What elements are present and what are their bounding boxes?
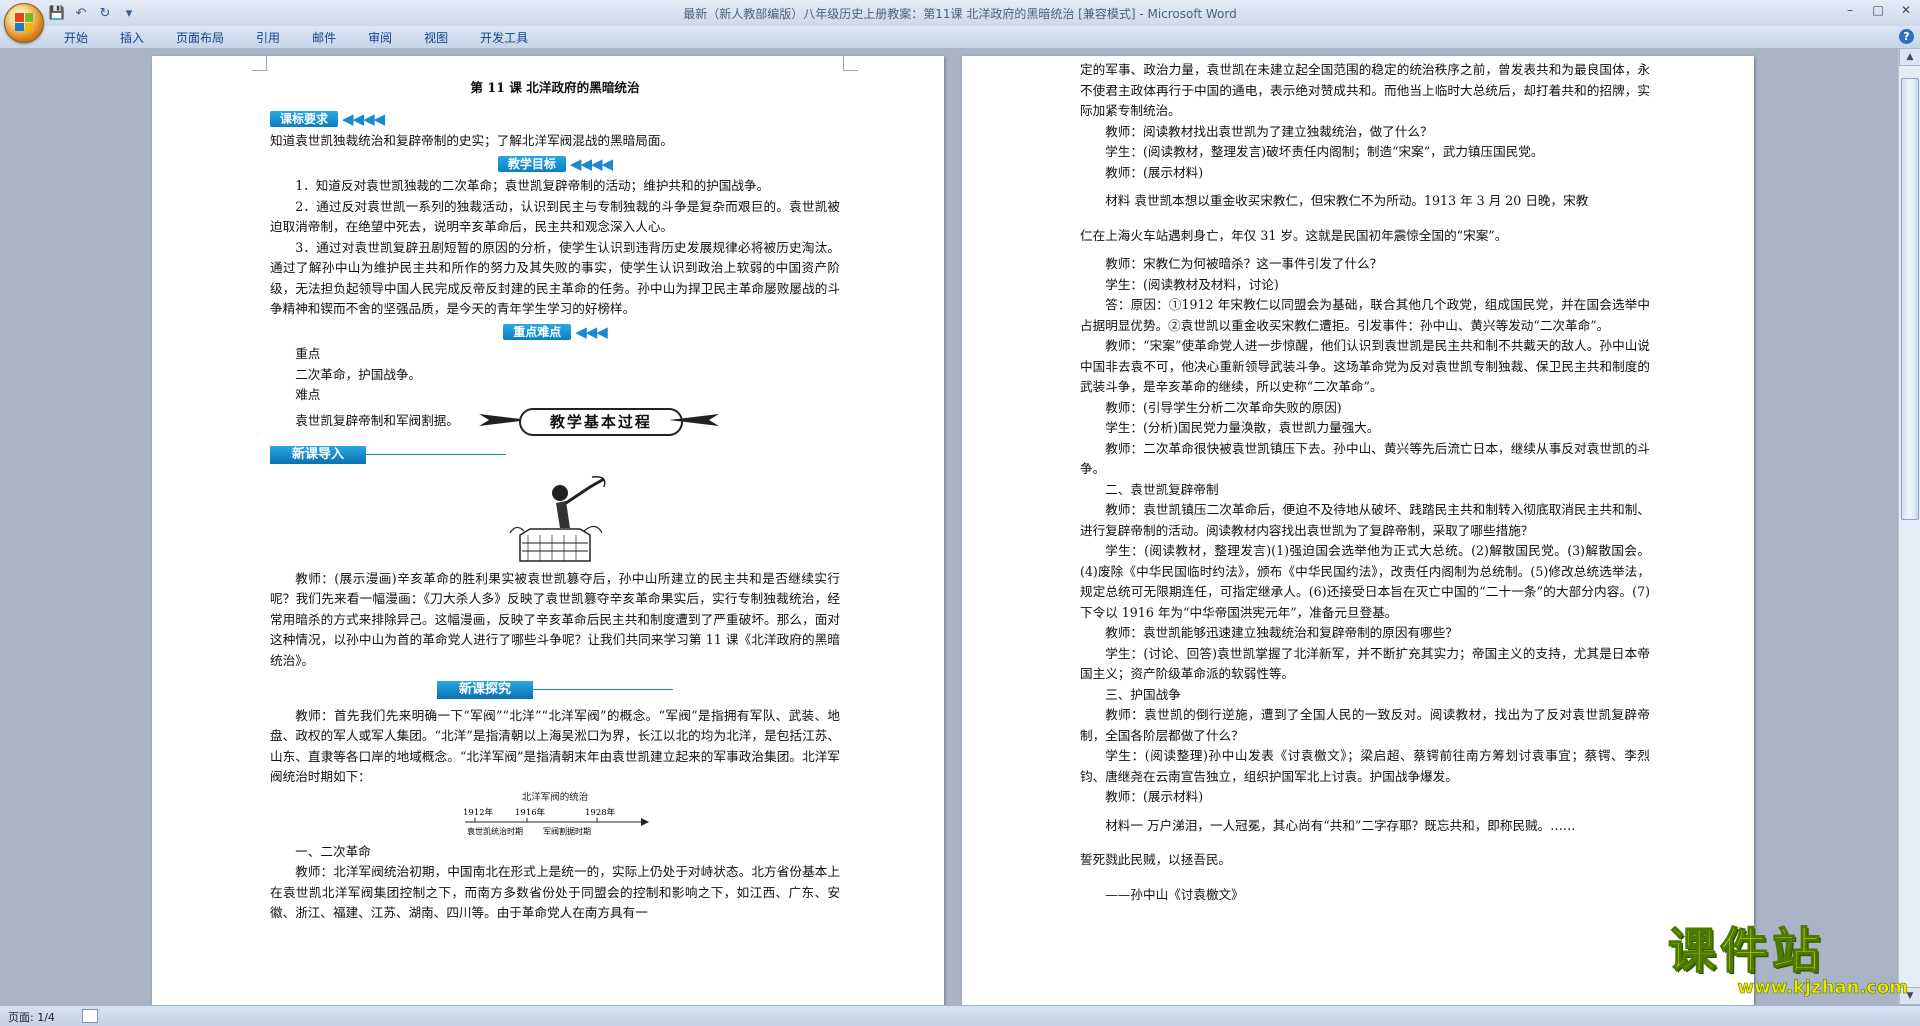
crop-mark: [252, 56, 267, 71]
key-text: 二次革命，护国战争。: [295, 366, 422, 382]
timeline-period-2: 军阀割据时期: [543, 826, 591, 836]
p2-material-2: 材料一 万户涕泪，一人冠冕，其心尚有“共和”二字存耶？既忘共和，即称民贼。……: [1105, 817, 1576, 833]
document-workspace: 第 11 课 北洋政府的黑暗统治 课标要求 ◀◀◀◀ 知道袁世凯独裁统治和复辟帝制…: [0, 48, 1898, 1005]
p2-para-1: 定的军事、政治力量，袁世凯在未建立起全国范围的稳定的统治秩序之前，曾发表共和为最…: [1080, 62, 1650, 118]
office-logo-icon: [15, 13, 33, 31]
help-icon[interactable]: ?: [1899, 29, 1914, 44]
chevron-decoration-icon: ◀◀◀: [575, 323, 608, 341]
site-watermark: 课件站 www.kjzhan.com: [1667, 923, 1918, 1006]
p2-teacher-7: 教师：(展示材料): [1105, 789, 1204, 804]
scroll-thumb[interactable]: [1901, 78, 1919, 520]
chevron-decoration-icon: ◀◀◀◀: [342, 110, 385, 128]
goal-2: 2．通过反对袁世凯一系列的独裁活动，认识到民主与专制独裁的斗争是复杂而艰巨的。袁…: [270, 198, 840, 235]
difficulty-text: 袁世凯复辟帝制和军阀割据。: [295, 412, 459, 428]
watermark-text: 课件站: [1667, 923, 1825, 979]
p2-material-1b: 仁在上海火车站遇刺身亡，年仅 31 岁。这就是民国初年震惊全国的“宋案”。: [1080, 227, 1508, 243]
lesson-title: 第 11 课 北洋政府的黑暗统治: [470, 80, 640, 95]
maximize-button[interactable]: □: [1864, 0, 1892, 20]
page-indicator[interactable]: 页面: 1/4: [8, 1009, 55, 1025]
explore-text: 教师：首先我们先来明确一下“军阀”“北洋”“北洋军阀”的概念。“军阀”是指拥有军…: [270, 707, 840, 785]
tab-insert[interactable]: 插入: [104, 29, 160, 47]
badge-curriculum-requirement: 课标要求: [270, 110, 339, 127]
tab-review[interactable]: 审阅: [352, 29, 408, 47]
section-bar-explore: 新课探究: [436, 681, 533, 699]
chevron-decoration-icon: ◀◀◀◀: [569, 155, 613, 173]
timeline-year-1916: 1916年: [515, 807, 546, 818]
crop-mark: [843, 56, 858, 71]
p2-answer-4: 学生：(阅读教材，整理发言)(1)强迫国会选举他为正式大总统。(2)解散国民党。…: [1080, 543, 1650, 620]
ribbon: 开始 插入 页面布局 引用 邮件 审阅 视图 开发工具 ?: [0, 26, 1920, 49]
tab-mailings[interactable]: 邮件: [296, 29, 352, 47]
tab-page-layout[interactable]: 页面布局: [160, 29, 240, 47]
p2-material-2-source: ——孙中山《讨袁檄文》: [1105, 886, 1244, 902]
badge-key-difficult: 重点难点: [503, 323, 572, 340]
timeline-period-1: 袁世凯统治时期: [467, 826, 523, 836]
tab-developer[interactable]: 开发工具: [464, 29, 544, 47]
p2-question-1: 教师：阅读教材找出袁世凯为了建立独裁统治，做了什么？: [1105, 123, 1433, 139]
window-title: 最新（新人教部编版）八年级历史上册教案：第11课 北洋政府的黑暗统治 [兼容模式…: [683, 7, 1237, 21]
p2-teacher-4: 教师：袁世凯镇压二次革命后，便迫不及待地从破坏、践踏民主共和制转入彻底取消民主共…: [1080, 502, 1650, 538]
vertical-scrollbar[interactable]: ▲ ▼: [1898, 48, 1920, 1005]
section-1-text: 教师：北洋军阀统治初期，中国南北在形式上是统一的，实际上仍处于对峙状态。北方省份…: [270, 864, 840, 920]
intro-text: 教师：(展示漫画)辛亥革命的胜利果实被袁世凯篡夺后，孙中山所建立的民主共和是否继…: [270, 570, 840, 668]
p2-teacher-1: 教师：(展示材料): [1105, 164, 1204, 180]
p2-question-2: 教师：宋教仁为何被暗杀？这一事件引发了什么？: [1105, 256, 1383, 271]
section-bar-intro: 新课导入: [270, 446, 367, 464]
section-2-heading: 二、袁世凯复辟帝制: [1105, 481, 1219, 497]
window-controls: – □ ✕: [1836, 0, 1920, 20]
cartoon-illustration: [500, 473, 610, 565]
p2-teacher-6: 教师：袁世凯的倒行逆施，遭到了全国人民的一致反对。阅读教材，找出为了反对袁世凯复…: [1080, 707, 1650, 743]
p2-teacher-3: 教师：二次革命很快被袁世凯镇压下去。孙中山、黄兴等先后流亡日本，继续从事反对袁世…: [1080, 440, 1650, 477]
difficulty-heading: 难点: [295, 387, 321, 402]
p2-answer-2: 学生：(阅读教材及材料，讨论): [1105, 276, 1279, 292]
document-page-1[interactable]: 第 11 课 北洋政府的黑暗统治 课标要求 ◀◀◀◀ 知道袁世凯独裁统治和复辟帝制…: [152, 56, 944, 1005]
section-3-heading: 三、护国战争: [1105, 686, 1181, 702]
section-line: [533, 689, 673, 690]
p2-answer-3: 学生：(分析)国民党力量涣散，袁世凯力量强大。: [1105, 420, 1380, 435]
p2-answer-5: 学生：(讨论、回答)袁世凯掌握了北洋新军，并不断扩充其实力；帝国主义的支持，尤其…: [1080, 645, 1650, 682]
goal-1: 1．知道反对袁世凯独裁的二次革命；袁世凯复辟帝制的活动；维护共和的护国战争。: [295, 178, 770, 193]
close-button[interactable]: ✕: [1892, 0, 1920, 20]
timeline-title: 北洋军阀的统治: [521, 791, 589, 803]
p2-material-2b: 誓死戮此民贼，以拯吾民。: [1080, 852, 1232, 867]
p2-question-3: 教师：(引导学生分析二次革命失败的原因): [1105, 399, 1342, 415]
tab-references[interactable]: 引用: [240, 29, 296, 47]
scroll-up-icon[interactable]: ▲: [1899, 48, 1920, 66]
status-bar: 页面: 1/4: [0, 1005, 1920, 1026]
office-button[interactable]: [4, 3, 44, 43]
tab-home[interactable]: 开始: [48, 29, 104, 47]
p2-question-5: 教师：袁世凯能够迅速建立独裁统治和复辟帝制的原因有哪些？: [1105, 625, 1458, 640]
p2-answer-1: 学生：(阅读教材，整理发言)破坏责任内阁制；制造“宋案”，武力镇压国民党。: [1105, 144, 1544, 159]
p2-answer-6: 学生：(阅读整理)孙中山发表《讨袁檄文》；梁启超、蔡锷前往南方筹划讨袁事宜；蔡锷…: [1080, 748, 1650, 784]
minimize-button[interactable]: –: [1836, 0, 1864, 20]
banner-wing-right-icon: [668, 414, 719, 426]
badge-teaching-goals: 教学目标: [497, 155, 566, 172]
p2-material-1: 材料 袁世凯本想以重金收买宋教仁，但宋教仁不为所动。1913 年 3 月 20 …: [1105, 193, 1589, 208]
timeline-year-1912: 1912年: [463, 807, 494, 818]
p2-answer-2-detail: 答：原因：①1912 年宋教仁以同盟会为基础，联合其他几个政党，组成国民党，并在…: [1080, 297, 1650, 333]
key-heading: 重点: [295, 346, 321, 361]
section-1-heading: 一、二次革命: [295, 843, 371, 859]
tab-view[interactable]: 视图: [408, 29, 464, 47]
requirement-text: 知道袁世凯独裁统治和复辟帝制的史实；了解北洋军阀混战的黑暗局面。: [270, 133, 673, 148]
section-line: [366, 454, 507, 455]
document-page-2[interactable]: 定的军事、政治力量，袁世凯在未建立起全国范围的稳定的统治秩序之前，曾发表共和为最…: [962, 56, 1754, 1005]
title-bar: 💾 ↶ ↻ ▾ 最新（新人教部编版）八年级历史上册教案：第11课 北洋政府的黑暗…: [0, 0, 1920, 43]
ribbon-tabs: 开始 插入 页面布局 引用 邮件 审阅 视图 开发工具: [48, 29, 544, 47]
timeline-figure: 北洋军阀的统治 1912年 1916年 1928年 袁世凯统治时期 军阀割据时期: [445, 792, 665, 836]
watermark-url: www.kjzhan.com: [1737, 977, 1908, 998]
goal-3: 3．通过对袁世凯复辟丑剧短暂的原因的分析，使学生认识到违背历史发展规律必将被历史…: [270, 239, 840, 317]
timeline-year-1928: 1928年: [585, 807, 616, 818]
proofing-icon[interactable]: [82, 1009, 98, 1023]
p2-teacher-2: 教师：“宋案”使革命党人进一步惊醒，他们认识到袁世凯是民主共和制不共戴天的敌人。…: [1080, 338, 1650, 394]
process-banner: 教学基本过程: [478, 406, 719, 436]
